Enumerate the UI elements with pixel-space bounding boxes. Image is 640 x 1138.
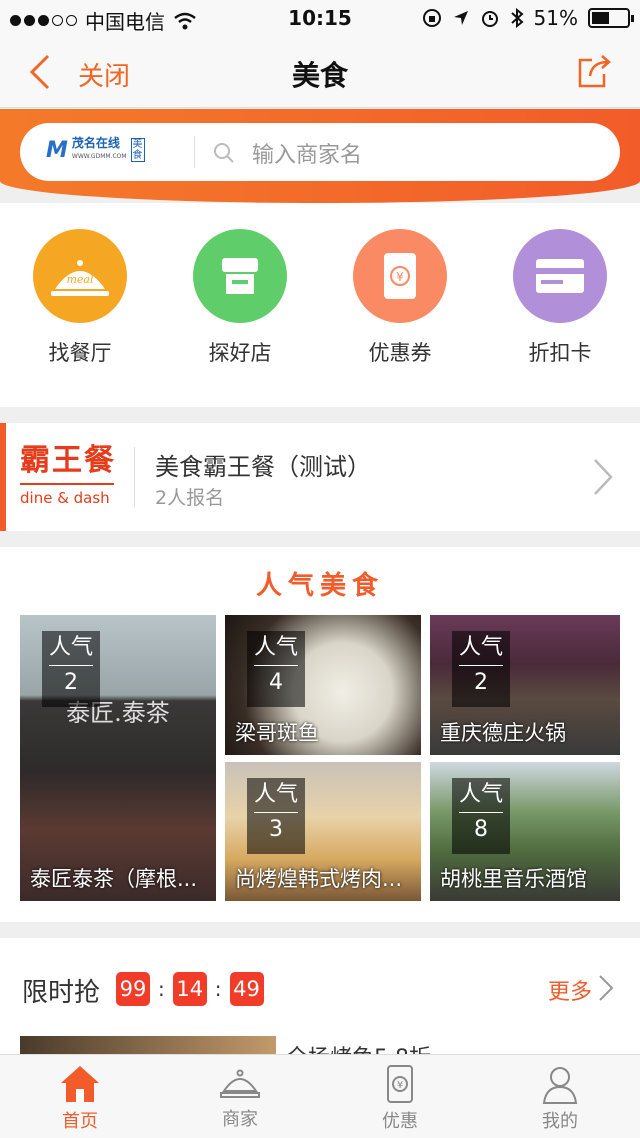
search-icon [214,143,234,163]
category-grid: meal 找餐厅 探好店 ¥ 优惠券 折扣卡 [0,203,640,407]
rank-value: 2 [474,670,488,695]
meal-cloche-icon: meal [33,229,127,323]
user-icon [542,1067,578,1104]
rank-value: 4 [269,670,283,695]
restaurant-name: 梁哥斑鱼 [235,721,319,745]
search-banner: M 茂名在线 WWW.GDMM.COM 美食 输入商家名 [0,109,640,203]
restaurant-name: 胡桃里音乐酒馆 [440,867,587,891]
section-title: 人气美食 [255,571,384,601]
countdown-timer: 99 : 14 : 49 [116,972,264,1006]
tab-label: 优惠 [382,1111,418,1132]
svg-text:¥: ¥ [397,1080,403,1091]
share-icon[interactable] [576,52,614,90]
popular-item[interactable]: 人气 8 胡桃里音乐酒馆 [430,762,620,901]
bluetooth-icon [510,8,524,28]
divider [134,447,135,507]
cloche-icon [220,1069,260,1098]
popularity-badge: 人气 2 [42,631,100,707]
popularity-badge: 人气 8 [452,778,510,854]
timer-minutes: 14 [172,972,207,1006]
divider [194,136,195,168]
home-icon [61,1066,99,1102]
restaurant-name: 泰匠泰茶（摩根... [30,867,198,891]
search-bar[interactable]: M 茂名在线 WWW.GDMM.COM 美食 输入商家名 [20,123,620,181]
page-title: 美食 [291,59,348,92]
flash-sale-title: 限时抢 [22,978,101,1008]
chevron-right-icon[interactable] [598,974,614,1002]
battery-percent: 51% [533,6,578,30]
category-label: 优惠券 [368,341,432,365]
popular-item[interactable]: 泰匠.泰茶 人气 2 泰匠泰茶（摩根... [20,615,216,901]
popular-item[interactable]: 人气 4 梁哥斑鱼 [225,615,421,755]
promo-logo-main: 霸王餐 [20,443,116,478]
more-link[interactable]: 更多 [548,974,592,1006]
tab-home[interactable]: 首页 [20,1063,140,1133]
search-input[interactable]: 输入商家名 [252,137,362,169]
promo-title: 美食霸王餐（测试） [155,453,371,481]
logo-text: 茂名在线 [71,136,120,150]
tab-label: 我的 [542,1111,578,1132]
category-coupon[interactable]: ¥ 优惠券 [340,229,460,367]
svg-text:¥: ¥ [396,270,404,284]
logo-sub: WWW.GDMM.COM [71,153,127,160]
tab-profile[interactable]: 我的 [500,1063,620,1133]
alarm-icon [481,11,498,27]
rank-value: 8 [474,817,488,842]
coupon-icon: ¥ [353,229,447,323]
logo-m-icon: M [46,137,68,163]
timer-seconds: 49 [229,972,264,1006]
category-explore-shop[interactable]: 探好店 [180,229,300,367]
category-discount-card[interactable]: 折扣卡 [500,229,620,367]
svg-text:meal: meal [66,273,93,286]
popularity-badge: 人气 2 [452,631,510,707]
dine-and-dash-promo[interactable]: 霸王餐 dine & dash 美食霸王餐（测试） 2人报名 [0,423,640,531]
logo-tag: 美食 [130,138,145,162]
promo-logo: 霸王餐 dine & dash [20,441,120,507]
battery-icon [588,8,634,28]
popular-food-section: 人气美食 泰匠.泰茶 人气 2 泰匠泰茶（摩根... 人气 4 梁哥斑鱼 人气 2 重… [0,547,640,922]
category-label: 找餐厅 [48,341,112,365]
category-find-restaurant[interactable]: meal 找餐厅 [20,229,140,367]
rank-value: 2 [64,670,78,695]
promo-count: 2人报名 [155,487,225,509]
promo-logo-sub: dine & dash [20,489,110,507]
site-logo: M 茂名在线 WWW.GDMM.COM 美食 [46,137,145,163]
popularity-badge: 人气 3 [247,778,305,854]
tab-merchants[interactable]: 商家 [180,1063,300,1131]
rank-value: 3 [269,817,283,842]
storefront-icon [193,229,287,323]
restaurant-name: 尚烤煌韩式烤肉... [235,867,403,891]
accent-bar [0,423,6,531]
rotation-lock-icon [422,9,441,27]
restaurant-name: 重庆德庄火锅 [440,721,566,745]
chevron-right-icon [594,459,613,495]
tab-label: 首页 [62,1111,98,1132]
popular-item[interactable]: 人气 2 重庆德庄火锅 [430,615,620,755]
status-bar: 中国电信 10:15 51% [0,0,640,38]
tab-bar: 首页 商家 ¥ 优惠 我的 [0,1054,640,1138]
tab-deals[interactable]: ¥ 优惠 [340,1063,460,1133]
location-icon [453,11,468,25]
card-icon [513,229,607,323]
coupon-icon: ¥ [387,1065,413,1103]
popular-item[interactable]: 人气 3 尚烤煌韩式烤肉... [225,762,421,901]
category-label: 探好店 [208,341,272,365]
category-label: 折扣卡 [528,341,592,365]
flash-sale-section: 限时抢 99 : 14 : 49 更多 全场烤鱼5.8折 [0,938,640,1058]
nav-bar: 关闭 美食 [0,38,640,108]
timer-hours: 99 [116,972,150,1006]
tab-label: 商家 [222,1109,258,1130]
popularity-badge: 人气 4 [247,631,305,707]
